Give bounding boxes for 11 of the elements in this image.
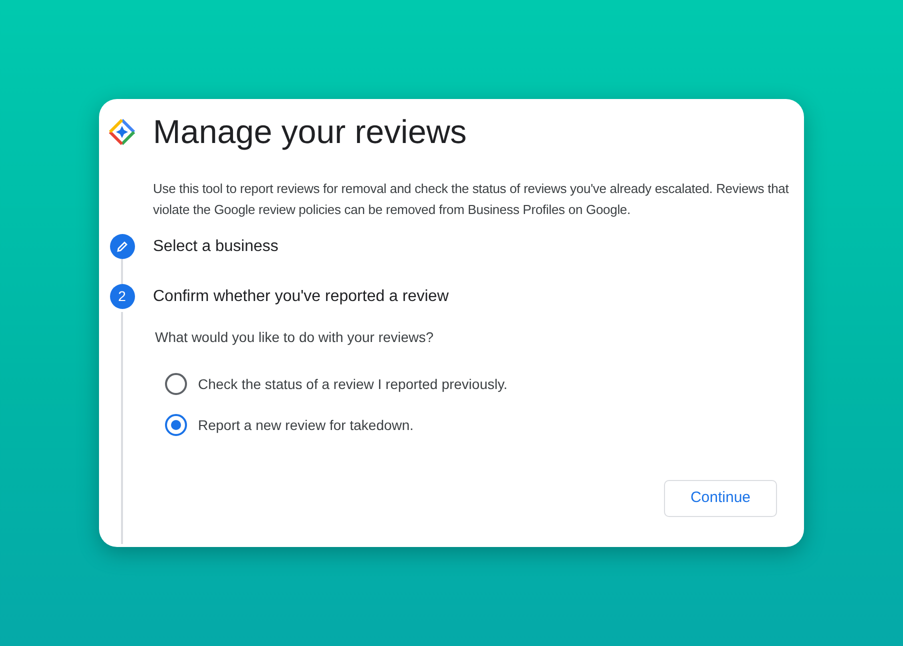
logo-icon	[109, 119, 135, 145]
continue-button[interactable]: Continue	[664, 480, 777, 517]
edit-icon	[110, 234, 134, 259]
radio-option[interactable]: Check the status of a review I reported previously.	[165, 373, 804, 395]
description-text: Use this tool to report reviews for removal and check the status of reviews you've already escalated. Reviews that violate the Google review policies can be removed from Business Profiles on Google.	[153, 180, 790, 219]
question-text: What would you like to do with your reviews?	[155, 328, 435, 347]
page-title: Manage your reviews	[153, 112, 467, 152]
step-number: 2	[110, 284, 134, 309]
step-title: Confirm whether you've reported a review	[153, 287, 450, 307]
radio-option[interactable]: Report a new review for takedown.	[165, 414, 804, 436]
step-title: Select a business	[153, 237, 280, 257]
